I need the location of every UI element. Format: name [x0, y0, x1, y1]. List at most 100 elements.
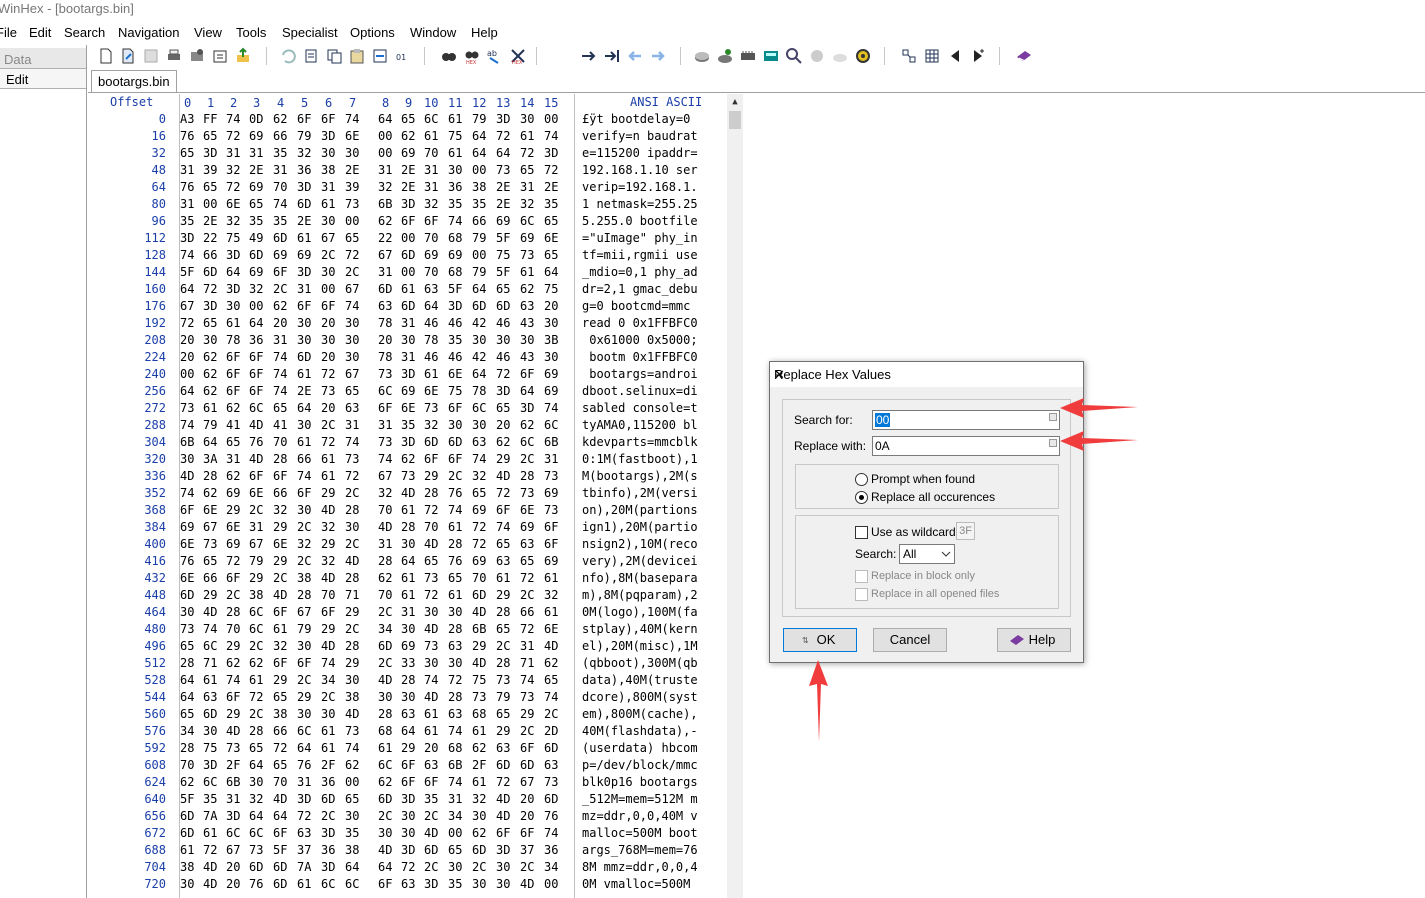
hex-byte[interactable]: 6E — [424, 383, 438, 400]
hex-byte[interactable]: 76 — [180, 128, 194, 145]
hex-byte[interactable]: 30 — [297, 706, 311, 723]
hex-byte[interactable]: 20 — [321, 349, 335, 366]
hex-byte[interactable]: 30 — [321, 145, 335, 162]
hex-byte[interactable]: 65 — [345, 230, 359, 247]
hex-byte[interactable]: 6C — [520, 434, 534, 451]
hex-byte[interactable]: 61 — [378, 740, 392, 757]
back-icon[interactable] — [626, 47, 644, 65]
hex-byte[interactable]: 31 — [345, 417, 359, 434]
hex-byte[interactable]: 20 — [273, 315, 287, 332]
hex-byte[interactable]: 74 — [273, 196, 287, 213]
hex-byte[interactable]: 29 — [273, 553, 287, 570]
hex-byte[interactable]: 70 — [321, 587, 335, 604]
help-book-icon[interactable] — [1015, 47, 1033, 65]
hex-byte[interactable]: 76 — [448, 553, 462, 570]
ascii-cell[interactable]: _mdio=0,1 phy_ad — [582, 264, 722, 281]
hex-byte[interactable]: 75 — [448, 383, 462, 400]
hex-byte[interactable]: 72 — [180, 315, 194, 332]
hex-byte[interactable]: 61 — [424, 128, 438, 145]
ascii-cell[interactable]: 192.168.1.10 ser — [582, 162, 722, 179]
hex-byte[interactable]: 30 — [180, 451, 194, 468]
export-icon[interactable] — [234, 47, 252, 65]
hex-byte[interactable]: 4D — [424, 621, 438, 638]
hex-byte[interactable]: 38 — [297, 570, 311, 587]
hex-byte[interactable]: 2E — [544, 179, 558, 196]
hex-byte[interactable]: 29 — [496, 587, 510, 604]
hex-byte[interactable]: 74 — [226, 111, 240, 128]
hex-byte[interactable]: 78 — [472, 383, 486, 400]
hex-byte[interactable]: 70 — [273, 774, 287, 791]
tab-bootargs-bin[interactable]: bootargs.bin — [91, 70, 177, 93]
hex-byte[interactable]: 62 — [520, 417, 534, 434]
hex-byte[interactable]: 20 — [321, 400, 335, 417]
help-button[interactable]: Help — [997, 628, 1071, 652]
hex-byte[interactable]: 2C — [321, 247, 335, 264]
hex-editor[interactable]: Offset 0 1 2 3 4 5 6 7 8 9 10 11 12 13 14 15 ANSI ASCII… — [89, 94, 743, 898]
hex-byte[interactable]: 69 — [401, 638, 415, 655]
hex-byte[interactable]: 61 — [297, 366, 311, 383]
search-for-field[interactable]: 00 — [872, 410, 1060, 430]
hex-byte[interactable]: 74 — [345, 298, 359, 315]
hex-byte[interactable]: 61 — [448, 587, 462, 604]
hex-byte[interactable]: 6F — [297, 655, 311, 672]
hex-byte[interactable]: 61 — [203, 672, 217, 689]
hex-byte[interactable]: 00 — [203, 196, 217, 213]
hex-byte[interactable]: 5F — [448, 281, 462, 298]
hex-byte[interactable]: 70 — [273, 434, 287, 451]
hex-byte[interactable]: 65 — [249, 196, 263, 213]
hex-byte[interactable]: 61 — [273, 621, 287, 638]
hex-byte[interactable]: 2E — [401, 162, 415, 179]
hex-byte[interactable]: 6E — [180, 570, 194, 587]
hex-byte[interactable]: 62 — [401, 128, 415, 145]
hex-byte[interactable]: 22 — [378, 230, 392, 247]
hex-byte[interactable]: 28 — [180, 740, 194, 757]
hex-byte[interactable]: 79 — [472, 264, 486, 281]
hex-byte[interactable]: 30 — [321, 706, 335, 723]
hex-byte[interactable]: 32 — [378, 179, 392, 196]
hex-byte[interactable]: 65 — [180, 706, 194, 723]
hex-byte[interactable]: 30 — [249, 774, 263, 791]
hex-byte[interactable]: 28 — [297, 587, 311, 604]
ascii-cell[interactable]: 1 netmask=255.25 — [582, 196, 722, 213]
hex-byte[interactable]: 69 — [520, 230, 534, 247]
hex-byte[interactable]: 72 — [297, 808, 311, 825]
hex-byte[interactable]: 31 — [273, 332, 287, 349]
ascii-cell[interactable]: stplay),40M(kern — [582, 621, 722, 638]
hex-byte[interactable]: 6D — [496, 757, 510, 774]
hex-byte[interactable]: 38 — [345, 842, 359, 859]
ascii-cell[interactable]: dcore),800M(syst — [582, 689, 722, 706]
hex-byte[interactable]: 61 — [203, 825, 217, 842]
hex-byte[interactable]: 31 — [424, 179, 438, 196]
hex-byte[interactable]: 69 — [226, 536, 240, 553]
hex-byte[interactable]: 36 — [448, 179, 462, 196]
hex-byte[interactable]: 67 — [180, 298, 194, 315]
ascii-cell[interactable]: sabled console=t — [582, 400, 722, 417]
scroll-thumb[interactable] — [729, 111, 741, 129]
hex-byte[interactable]: 61 — [424, 366, 438, 383]
hex-byte[interactable]: 62 — [544, 655, 558, 672]
hex-byte[interactable]: 3D — [297, 264, 311, 281]
hex-byte[interactable]: 30 — [520, 111, 534, 128]
hex-byte[interactable]: 72 — [226, 179, 240, 196]
hex-byte[interactable]: 2C — [345, 621, 359, 638]
hex-byte[interactable]: 63 — [424, 281, 438, 298]
hex-byte[interactable]: 61 — [544, 604, 558, 621]
hex-byte[interactable]: 28 — [345, 570, 359, 587]
hex-byte[interactable]: 49 — [249, 230, 263, 247]
hex-byte[interactable]: 76 — [297, 757, 311, 774]
hex-byte[interactable]: 6C — [226, 825, 240, 842]
hex-byte[interactable]: 2C — [321, 689, 335, 706]
hex-byte[interactable]: 6F — [226, 383, 240, 400]
menu-view[interactable]: View — [194, 25, 222, 40]
hex-byte[interactable]: 29 — [321, 621, 335, 638]
hex-byte[interactable]: 3D — [203, 298, 217, 315]
hex-byte[interactable]: 29 — [401, 740, 415, 757]
hex-byte[interactable]: 38 — [345, 689, 359, 706]
hex-byte[interactable]: 61 — [496, 570, 510, 587]
hex-byte[interactable]: 71 — [203, 655, 217, 672]
hex-byte[interactable]: 73 — [544, 502, 558, 519]
hex-byte[interactable]: 00 — [544, 111, 558, 128]
hex-byte[interactable]: 35 — [273, 213, 287, 230]
hex-byte[interactable]: 31 — [180, 196, 194, 213]
hex-byte[interactable]: 79 — [472, 111, 486, 128]
